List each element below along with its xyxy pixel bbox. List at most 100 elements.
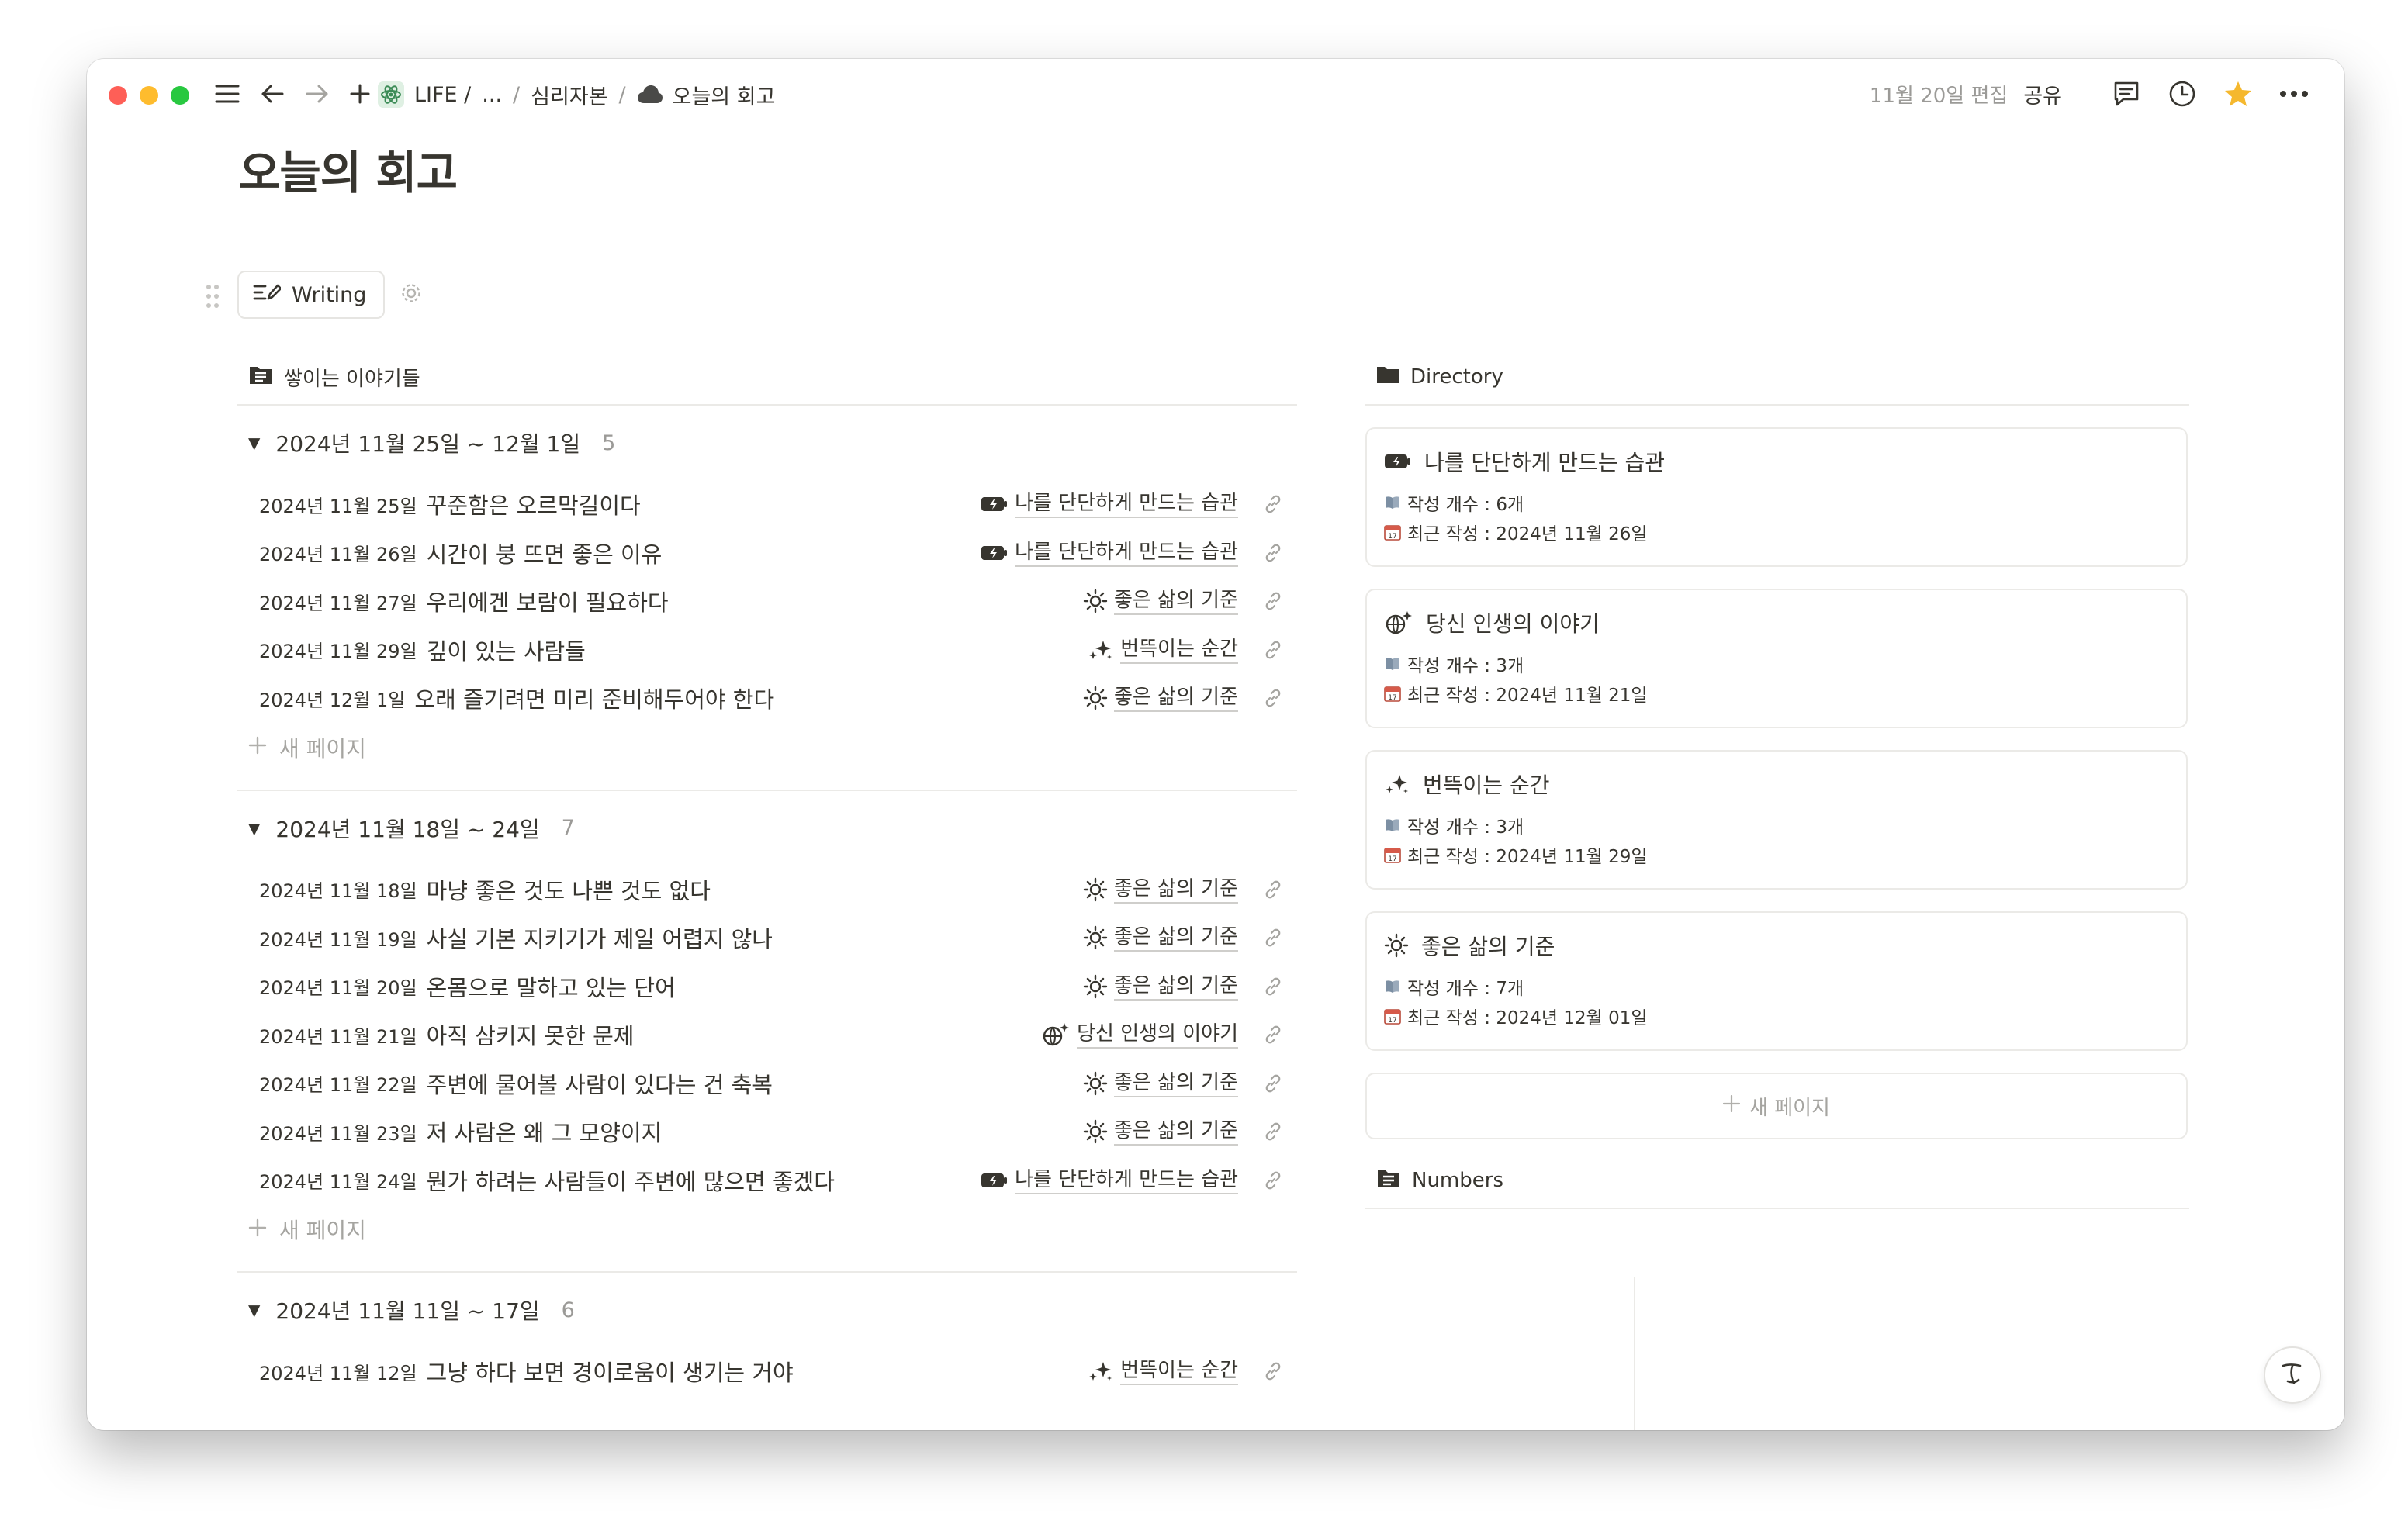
category-tag-label: 번뜩이는 순간	[1120, 636, 1238, 664]
card-title-row: 나를 단단하게 만드는 습관	[1384, 444, 2169, 479]
new-card-button[interactable]: 새 페이지	[1365, 1073, 2188, 1139]
minimize-window-button[interactable]	[140, 86, 158, 105]
add-icon[interactable]	[343, 74, 377, 113]
more-options-icon[interactable]	[2275, 74, 2313, 113]
category-tag[interactable]: 좋은 삶의 기준	[1083, 684, 1238, 713]
entry-title[interactable]: 시간이 붕 뜨면 좋은 이유	[427, 537, 663, 569]
collapse-triangle-icon[interactable]: ▼	[248, 434, 260, 452]
entry-date: 2024년 11월 21일	[259, 1025, 417, 1048]
entry-title[interactable]: 온몸으로 말하고 있는 단어	[427, 970, 676, 1003]
entry-title[interactable]: 오래 즐기려면 미리 준비해두어야 한다	[414, 682, 774, 714]
entry-title[interactable]: 꾸준함은 오르막길이다	[427, 488, 641, 520]
category-tag[interactable]: 당신 인생의 이야기	[1041, 1021, 1238, 1049]
entry-title[interactable]: 사실 기본 지키기가 제일 어렵지 않나	[427, 921, 773, 954]
list-item[interactable]: 2024년 11월 22일 주변에 물어볼 사람이 있다는 건 축복 좋은 삶의 기…	[237, 1059, 1297, 1108]
collapse-triangle-icon[interactable]: ▼	[248, 1301, 260, 1319]
entry-title[interactable]: 우리에겐 보람이 필요하다	[427, 585, 669, 617]
list-item[interactable]: 2024년 11월 19일 사실 기본 지키기가 제일 어렵지 않나 좋은 삶의 기…	[237, 914, 1297, 962]
category-tag[interactable]: 좋은 삶의 기준	[1083, 924, 1238, 952]
list-item[interactable]: 2024년 11월 12일 그냥 하다 보면 경이로움이 생기는 거야 번뜩이는 순…	[237, 1347, 1297, 1396]
entry-title[interactable]: 깊이 있는 사람들	[427, 634, 586, 666]
breadcrumb-workspace[interactable]: LIFE /	[414, 83, 471, 107]
list-item[interactable]: 2024년 11월 23일 저 사람은 왜 그 모양이지 좋은 삶의 기준	[237, 1108, 1297, 1156]
history-clock-icon[interactable]	[2163, 74, 2202, 113]
entry-title[interactable]: 마냥 좋은 것도 나쁜 것도 없다	[427, 873, 711, 906]
week-group-title: 2024년 11월 25일 ~ 12월 1일	[275, 431, 581, 457]
comment-icon[interactable]	[2107, 74, 2146, 113]
link-icon[interactable]	[1263, 591, 1283, 614]
breadcrumb-parent[interactable]: 심리자본	[531, 80, 607, 110]
link-icon[interactable]	[1263, 1170, 1283, 1194]
category-tag[interactable]: 좋은 삶의 기준	[1083, 1118, 1238, 1146]
list-item[interactable]: 2024년 11월 20일 온몸으로 말하고 있는 단어 좋은 삶의 기준	[237, 962, 1297, 1011]
breadcrumb-current[interactable]: 오늘의 회고	[673, 80, 776, 110]
back-arrow-icon[interactable]	[253, 74, 292, 113]
list-item[interactable]: 2024년 11월 27일 우리에겐 보람이 필요하다 좋은 삶의 기준	[237, 577, 1297, 626]
link-icon[interactable]	[1263, 543, 1283, 566]
link-icon[interactable]	[1263, 1073, 1283, 1097]
entry-title[interactable]: 그냥 하다 보면 경이로움이 생기는 거야	[427, 1355, 794, 1388]
list-item[interactable]: 2024년 11월 21일 아직 삼키지 못한 문제 당신 인생의 이야기	[237, 1011, 1297, 1059]
view-tab-writing[interactable]: Writing	[237, 271, 385, 319]
category-tag[interactable]: 나를 단단하게 만드는 습관	[981, 1166, 1238, 1194]
link-icon[interactable]	[1263, 1121, 1283, 1145]
category-tag[interactable]: 좋은 삶의 기준	[1083, 876, 1238, 904]
directory-card[interactable]: 나를 단단하게 만드는 습관 작성 개수 : 6개 17 최근 작성 : 2024년 …	[1365, 427, 2188, 567]
link-icon[interactable]	[1263, 880, 1283, 903]
globe-sparkle-icon	[1384, 610, 1413, 636]
list-item[interactable]: 2024년 11월 29일 깊이 있는 사람들 번뜩이는 순간	[237, 626, 1297, 675]
list-item[interactable]: 2024년 11월 18일 마냥 좋은 것도 나쁜 것도 없다 좋은 삶의 기준	[237, 866, 1297, 914]
page-title[interactable]: 오늘의 회고	[239, 137, 458, 202]
link-icon[interactable]	[1263, 494, 1283, 517]
directory-card[interactable]: 좋은 삶의 기준 작성 개수 : 7개 17 최근 작성 : 2024년 12월 01…	[1365, 911, 2188, 1051]
link-icon[interactable]	[1263, 688, 1283, 711]
cloud-icon	[637, 83, 663, 106]
list-item[interactable]: 2024년 12월 1일 오래 즐기려면 미리 준비해두어야 한다 좋은 삶의 기준	[237, 674, 1297, 723]
directory-card[interactable]: 당신 인생의 이야기작성 개수 : 3개 17 최근 작성 : 2024년 11월 …	[1365, 589, 2188, 728]
entry-title[interactable]: 뭔가 하려는 사람들이 주변에 많으면 좋겠다	[427, 1164, 835, 1197]
link-icon[interactable]	[1263, 1361, 1283, 1384]
entry-title[interactable]: 저 사람은 왜 그 모양이지	[427, 1115, 663, 1148]
help-button[interactable]	[2264, 1346, 2321, 1404]
week-group-header[interactable]: ▼ 2024년 11월 25일 ~ 12월 1일 5	[237, 406, 1297, 480]
numbers-section-header[interactable]: Numbers	[1365, 1153, 2189, 1209]
menu-icon[interactable]	[208, 74, 247, 113]
category-tag[interactable]: 좋은 삶의 기준	[1083, 1070, 1238, 1097]
week-group-header[interactable]: ▼ 2024년 11월 11일 ~ 17일 6	[237, 1273, 1297, 1347]
collapse-triangle-icon[interactable]: ▼	[248, 819, 260, 838]
close-window-button[interactable]	[109, 86, 127, 105]
category-tag[interactable]: 나를 단단하게 만드는 습관	[981, 490, 1238, 519]
favorite-star-icon[interactable]	[2219, 74, 2258, 113]
week-group-header[interactable]: ▼ 2024년 11월 18일 ~ 24일 7	[237, 791, 1297, 866]
list-item[interactable]: 2024년 11월 26일 시간이 붕 뜨면 좋은 이유 나를 단단하게 만드는 습…	[237, 529, 1297, 578]
entry-title[interactable]: 주변에 물어볼 사람이 있다는 건 축복	[427, 1067, 773, 1100]
drag-handle-icon[interactable]	[205, 282, 220, 313]
link-icon[interactable]	[1263, 928, 1283, 951]
battery-icon	[981, 495, 1009, 513]
breadcrumb-ellipsis[interactable]: ...	[482, 83, 502, 107]
view-settings-gear-icon[interactable]	[400, 282, 422, 307]
link-icon[interactable]	[1263, 640, 1283, 663]
entry-title[interactable]: 아직 삼키지 못한 문제	[427, 1018, 635, 1051]
maximize-window-button[interactable]	[171, 86, 189, 105]
category-tag[interactable]: 좋은 삶의 기준	[1083, 587, 1238, 616]
card-count-property: 작성 개수 : 6개	[1384, 488, 2169, 517]
list-item[interactable]: 2024년 11월 25일 꾸준함은 오르막길이다 나를 단단하게 만드는 습관	[237, 480, 1297, 529]
list-item[interactable]: 2024년 11월 24일 뭔가 하려는 사람들이 주변에 많으면 좋겠다 나를 단…	[237, 1156, 1297, 1205]
card-properties: 작성 개수 : 3개 17 최근 작성 : 2024년 11월 21일	[1384, 649, 2169, 708]
forward-arrow-icon[interactable]	[298, 74, 337, 113]
stories-section-header[interactable]: 쌓이는 이야기들	[237, 350, 1297, 406]
card-title-row: 당신 인생의 이야기	[1384, 606, 2169, 640]
link-icon[interactable]	[1263, 1025, 1283, 1048]
directory-section-header[interactable]: Directory	[1365, 350, 2189, 406]
new-page-button[interactable]: 새 페이지	[237, 723, 1297, 772]
new-page-button[interactable]: 새 페이지	[237, 1204, 1297, 1254]
directory-card[interactable]: 번뜩이는 순간 작성 개수 : 3개 17 최근 작성 : 2024년 11월 29일	[1365, 750, 2188, 890]
link-icon[interactable]	[1263, 976, 1283, 1000]
category-tag[interactable]: 번뜩이는 순간	[1088, 1357, 1238, 1386]
category-tag[interactable]: 좋은 삶의 기준	[1083, 973, 1238, 1001]
share-button[interactable]: 공유	[2023, 79, 2062, 109]
category-tag[interactable]: 번뜩이는 순간	[1088, 636, 1238, 664]
category-tag[interactable]: 나를 단단하게 만드는 습관	[981, 539, 1238, 567]
entry-date: 2024년 11월 29일	[259, 641, 417, 663]
